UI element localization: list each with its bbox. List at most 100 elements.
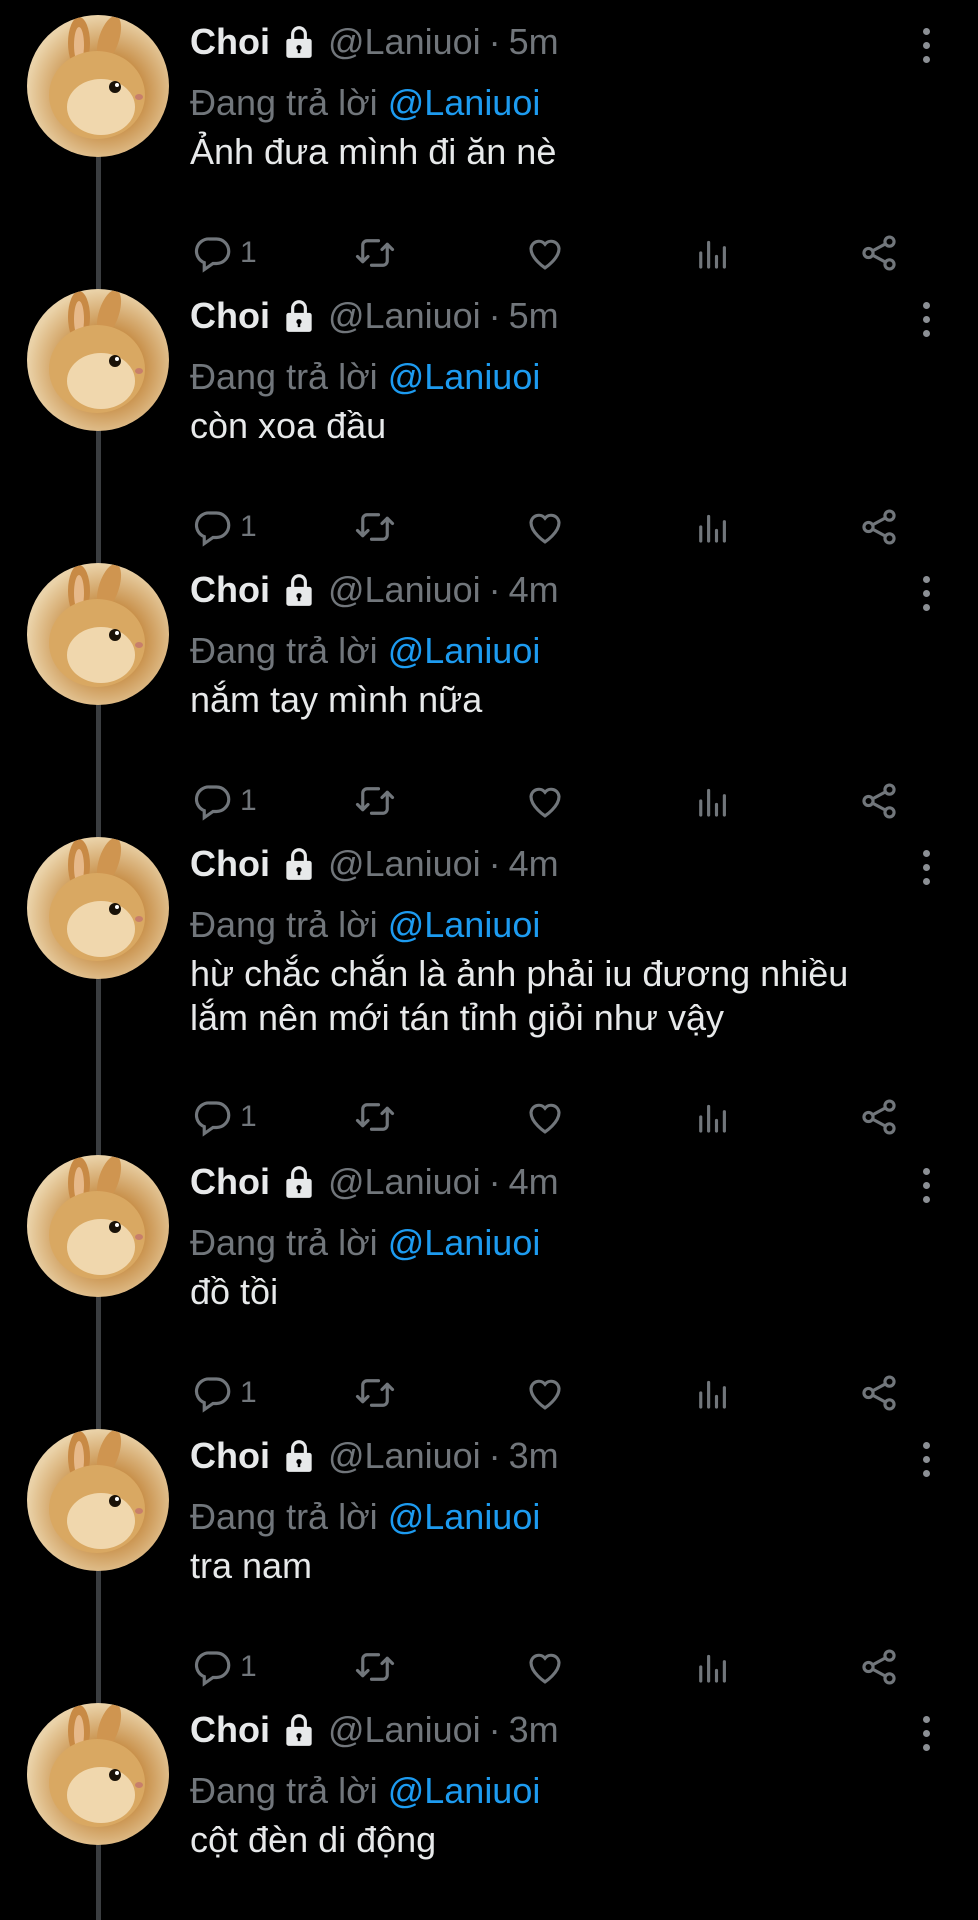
reply-button[interactable]: 1 [192, 1368, 257, 1418]
avatar[interactable] [27, 1703, 169, 1845]
lock-icon [286, 1440, 312, 1472]
separator-dot: · [488, 295, 501, 336]
views-button[interactable] [692, 1642, 734, 1692]
like-button[interactable] [524, 1642, 566, 1692]
retweet-button[interactable] [354, 1368, 396, 1418]
tweet[interactable]: Choi @Laniuoi · 3m Đang trả lời @Laniuoi… [0, 1688, 978, 1920]
views-button[interactable] [692, 228, 734, 278]
like-button[interactable] [524, 228, 566, 278]
tweet-header: Choi @Laniuoi · 3m [190, 1708, 559, 1752]
display-name[interactable]: Choi [190, 1161, 270, 1203]
user-handle[interactable]: @Laniuoi [328, 843, 481, 885]
replying-to-label: Đang trả lời [190, 1222, 378, 1263]
share-icon [862, 1099, 896, 1135]
share-button[interactable] [858, 1642, 900, 1692]
retweet-button[interactable] [354, 1642, 396, 1692]
more-vertical-icon[interactable] [914, 850, 938, 890]
tweet[interactable]: Choi @Laniuoi · 4m Đang trả lời @Laniuoi… [0, 548, 978, 822]
mention-link[interactable]: @Laniuoi [388, 1496, 541, 1537]
retweet-button[interactable] [354, 502, 396, 552]
more-vertical-icon[interactable] [914, 1442, 938, 1482]
retweet-button[interactable] [354, 228, 396, 278]
timestamp[interactable]: 3m [509, 1709, 559, 1751]
display-name[interactable]: Choi [190, 21, 270, 63]
timestamp[interactable]: 4m [509, 569, 559, 611]
views-button[interactable] [692, 502, 734, 552]
like-button[interactable] [524, 502, 566, 552]
mention-link[interactable]: @Laniuoi [388, 1222, 541, 1263]
mention-link[interactable]: @Laniuoi [388, 82, 541, 123]
like-icon [529, 1103, 561, 1134]
bunny-avatar-image [49, 1429, 145, 1553]
timestamp[interactable]: 4m [509, 843, 559, 885]
user-handle[interactable]: @Laniuoi [328, 21, 481, 63]
display-name[interactable]: Choi [190, 569, 270, 611]
tweet-text: cột đèn di động [190, 1819, 437, 1860]
bunny-avatar-image [49, 563, 145, 687]
display-name[interactable]: Choi [190, 843, 270, 885]
user-handle[interactable]: @Laniuoi [328, 1435, 481, 1477]
share-button[interactable] [858, 1368, 900, 1418]
more-vertical-icon[interactable] [914, 1716, 938, 1756]
reply-button[interactable]: 1 [192, 1092, 257, 1142]
tweet[interactable]: Choi @Laniuoi · 4m Đang trả lời @Laniuoi… [0, 822, 978, 1140]
retweet-icon [355, 787, 395, 815]
user-handle[interactable]: @Laniuoi [328, 1709, 481, 1751]
mention-link[interactable]: @Laniuoi [388, 356, 541, 397]
tweet-text-line: hừ chắc chắn là ảnh phải iu đương nhiều [190, 953, 849, 994]
tweet[interactable]: Choi @Laniuoi · 5m Đang trả lời @Laniuoi… [0, 274, 978, 548]
like-icon [529, 787, 561, 818]
views-button[interactable] [692, 776, 734, 826]
avatar[interactable] [27, 1429, 169, 1571]
more-vertical-icon[interactable] [914, 28, 938, 68]
reply-button[interactable]: 1 [192, 776, 257, 826]
like-button[interactable] [524, 776, 566, 826]
avatar[interactable] [27, 563, 169, 705]
views-button[interactable] [692, 1368, 734, 1418]
reply-button[interactable]: 1 [192, 502, 257, 552]
user-handle[interactable]: @Laniuoi [328, 295, 481, 337]
share-icon [862, 1375, 896, 1411]
avatar[interactable] [27, 15, 169, 157]
share-button[interactable] [858, 502, 900, 552]
mention-link[interactable]: @Laniuoi [388, 630, 541, 671]
like-button[interactable] [524, 1368, 566, 1418]
reply-count: 1 [240, 784, 257, 817]
replying-to-label: Đang trả lời [190, 82, 378, 123]
display-name[interactable]: Choi [190, 1709, 270, 1751]
separator-dot: · [488, 1709, 501, 1750]
like-icon [529, 1379, 561, 1410]
timestamp[interactable]: 5m [509, 295, 559, 337]
more-vertical-icon[interactable] [914, 1168, 938, 1208]
tweet[interactable]: Choi @Laniuoi · 4m Đang trả lời @Laniuoi… [0, 1140, 978, 1414]
retweet-icon [355, 1379, 395, 1407]
lock-icon [286, 848, 312, 880]
timestamp[interactable]: 5m [509, 21, 559, 63]
bunny-avatar-image [49, 289, 145, 413]
more-vertical-icon[interactable] [914, 302, 938, 342]
more-vertical-icon[interactable] [914, 576, 938, 616]
separator-dot: · [488, 1161, 501, 1202]
timestamp[interactable]: 4m [509, 1161, 559, 1203]
share-button[interactable] [858, 776, 900, 826]
timestamp[interactable]: 3m [509, 1435, 559, 1477]
retweet-button[interactable] [354, 1092, 396, 1142]
avatar[interactable] [27, 837, 169, 979]
reply-button[interactable]: 1 [192, 228, 257, 278]
avatar[interactable] [27, 1155, 169, 1297]
user-handle[interactable]: @Laniuoi [328, 569, 481, 611]
tweet[interactable]: Choi @Laniuoi · 3m Đang trả lời @Laniuoi… [0, 1414, 978, 1688]
display-name[interactable]: Choi [190, 1435, 270, 1477]
display-name[interactable]: Choi [190, 295, 270, 337]
avatar[interactable] [27, 289, 169, 431]
user-handle[interactable]: @Laniuoi [328, 1161, 481, 1203]
mention-link[interactable]: @Laniuoi [388, 904, 541, 945]
like-button[interactable] [524, 1092, 566, 1142]
reply-button[interactable]: 1 [192, 1642, 257, 1692]
share-button[interactable] [858, 228, 900, 278]
mention-link[interactable]: @Laniuoi [388, 1770, 541, 1811]
retweet-button[interactable] [354, 776, 396, 826]
tweet[interactable]: Choi @Laniuoi · 5m Đang trả lời @Laniuoi… [0, 0, 978, 274]
views-button[interactable] [692, 1092, 734, 1142]
share-button[interactable] [858, 1092, 900, 1142]
